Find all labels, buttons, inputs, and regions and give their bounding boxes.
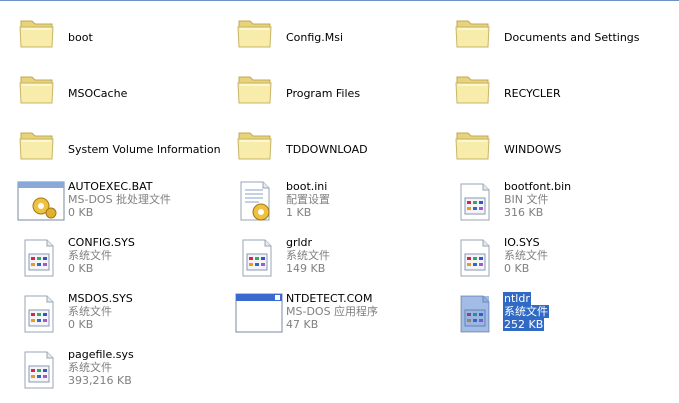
item-size: 252 KB — [503, 318, 545, 331]
system-file-icon — [453, 292, 505, 344]
item-type: 配置设置 — [286, 193, 330, 206]
file-item-config-sys[interactable]: CONFIG.SYS 系统文件 0 KB — [17, 236, 227, 288]
folder-item-config-msi[interactable]: Config.Msi — [235, 12, 445, 64]
item-size: 0 KB — [68, 262, 94, 275]
folder-item-windows[interactable]: WINDOWS — [453, 124, 663, 176]
item-name: pagefile.sys — [68, 348, 134, 361]
item-size: 0 KB — [68, 206, 94, 219]
system-file-icon — [453, 236, 505, 288]
item-type: MS-DOS 应用程序 — [286, 305, 379, 318]
item-name: MSOCache — [68, 87, 128, 100]
item-type: 系统文件 — [68, 305, 112, 318]
system-file-icon — [17, 348, 69, 400]
item-name: WINDOWS — [504, 143, 562, 156]
system-file-icon — [17, 236, 69, 288]
item-size: 316 KB — [504, 206, 544, 219]
item-name: MSDOS.SYS — [68, 292, 133, 305]
folder-item-tddownload[interactable]: TDDOWNLOAD — [235, 124, 445, 176]
item-type: 系统文件 — [68, 361, 112, 374]
item-name: System Volume Information — [68, 143, 221, 156]
folder-item-documents-and-settings[interactable]: Documents and Settings — [453, 12, 663, 64]
item-type: MS-DOS 批处理文件 — [68, 193, 172, 206]
folder-icon — [17, 68, 69, 120]
item-name: Program Files — [286, 87, 361, 100]
item-name: Documents and Settings — [504, 31, 640, 44]
item-name: CONFIG.SYS — [68, 236, 135, 249]
batch-file-icon — [17, 180, 69, 232]
item-size: 0 KB — [504, 262, 530, 275]
item-size: 393,216 KB — [68, 374, 132, 387]
item-size: 47 KB — [286, 318, 319, 331]
item-name: NTDETECT.COM — [286, 292, 373, 305]
folder-item-system-volume-information[interactable]: System Volume Information — [17, 124, 227, 176]
config-settings-icon — [235, 180, 287, 232]
item-name: IO.SYS — [504, 236, 540, 249]
window-top-border — [0, 0, 679, 1]
item-name: grldr — [286, 236, 313, 249]
folder-icon — [235, 124, 287, 176]
application-icon — [235, 292, 287, 344]
item-name: TDDOWNLOAD — [286, 143, 368, 156]
file-item-io-sys[interactable]: IO.SYS 系统文件 0 KB — [453, 236, 663, 288]
item-size: 0 KB — [68, 318, 94, 331]
file-item-pagefile-sys[interactable]: pagefile.sys 系统文件 393,216 KB — [17, 348, 227, 400]
system-file-icon — [235, 236, 287, 288]
item-type: 系统文件 — [504, 249, 548, 262]
folder-item-recycler[interactable]: RECYCLER — [453, 68, 663, 120]
folder-icon — [17, 12, 69, 64]
folder-icon — [235, 68, 287, 120]
item-size: 1 KB — [286, 206, 312, 219]
file-item-bootfont-bin[interactable]: bootfont.bin BIN 文件 316 KB — [453, 180, 663, 232]
folder-icon — [235, 12, 287, 64]
item-name: RECYCLER — [504, 87, 561, 100]
item-type: BIN 文件 — [504, 193, 549, 206]
folder-icon — [17, 124, 69, 176]
file-item-grldr[interactable]: grldr 系统文件 149 KB — [235, 236, 445, 288]
folder-item-boot[interactable]: boot — [17, 12, 227, 64]
file-item-msdos-sys[interactable]: MSDOS.SYS 系统文件 0 KB — [17, 292, 227, 344]
file-item-boot-ini[interactable]: boot.ini 配置设置 1 KB — [235, 180, 445, 232]
item-type: 系统文件 — [503, 305, 549, 318]
folder-item-program-files[interactable]: Program Files — [235, 68, 445, 120]
folder-icon — [453, 124, 505, 176]
item-name: ntldr — [503, 292, 531, 305]
item-type: 系统文件 — [286, 249, 330, 262]
folder-icon — [453, 68, 505, 120]
item-name: boot.ini — [286, 180, 328, 193]
folder-icon — [453, 12, 505, 64]
file-item-ntdetect-com[interactable]: NTDETECT.COM MS-DOS 应用程序 47 KB — [235, 292, 445, 344]
item-type: 系统文件 — [68, 249, 112, 262]
system-file-icon — [453, 180, 505, 232]
item-size: 149 KB — [286, 262, 326, 275]
file-item-autoexec-bat[interactable]: AUTOEXEC.BAT MS-DOS 批处理文件 0 KB — [17, 180, 227, 232]
folder-item-msocache[interactable]: MSOCache — [17, 68, 227, 120]
item-name: AUTOEXEC.BAT — [68, 180, 153, 193]
system-file-icon — [17, 292, 69, 344]
item-name: Config.Msi — [286, 31, 344, 44]
item-name: bootfont.bin — [504, 180, 572, 193]
item-name: boot — [68, 31, 93, 44]
file-item-ntldr[interactable]: ntldr 系统文件 252 KB — [453, 292, 663, 344]
